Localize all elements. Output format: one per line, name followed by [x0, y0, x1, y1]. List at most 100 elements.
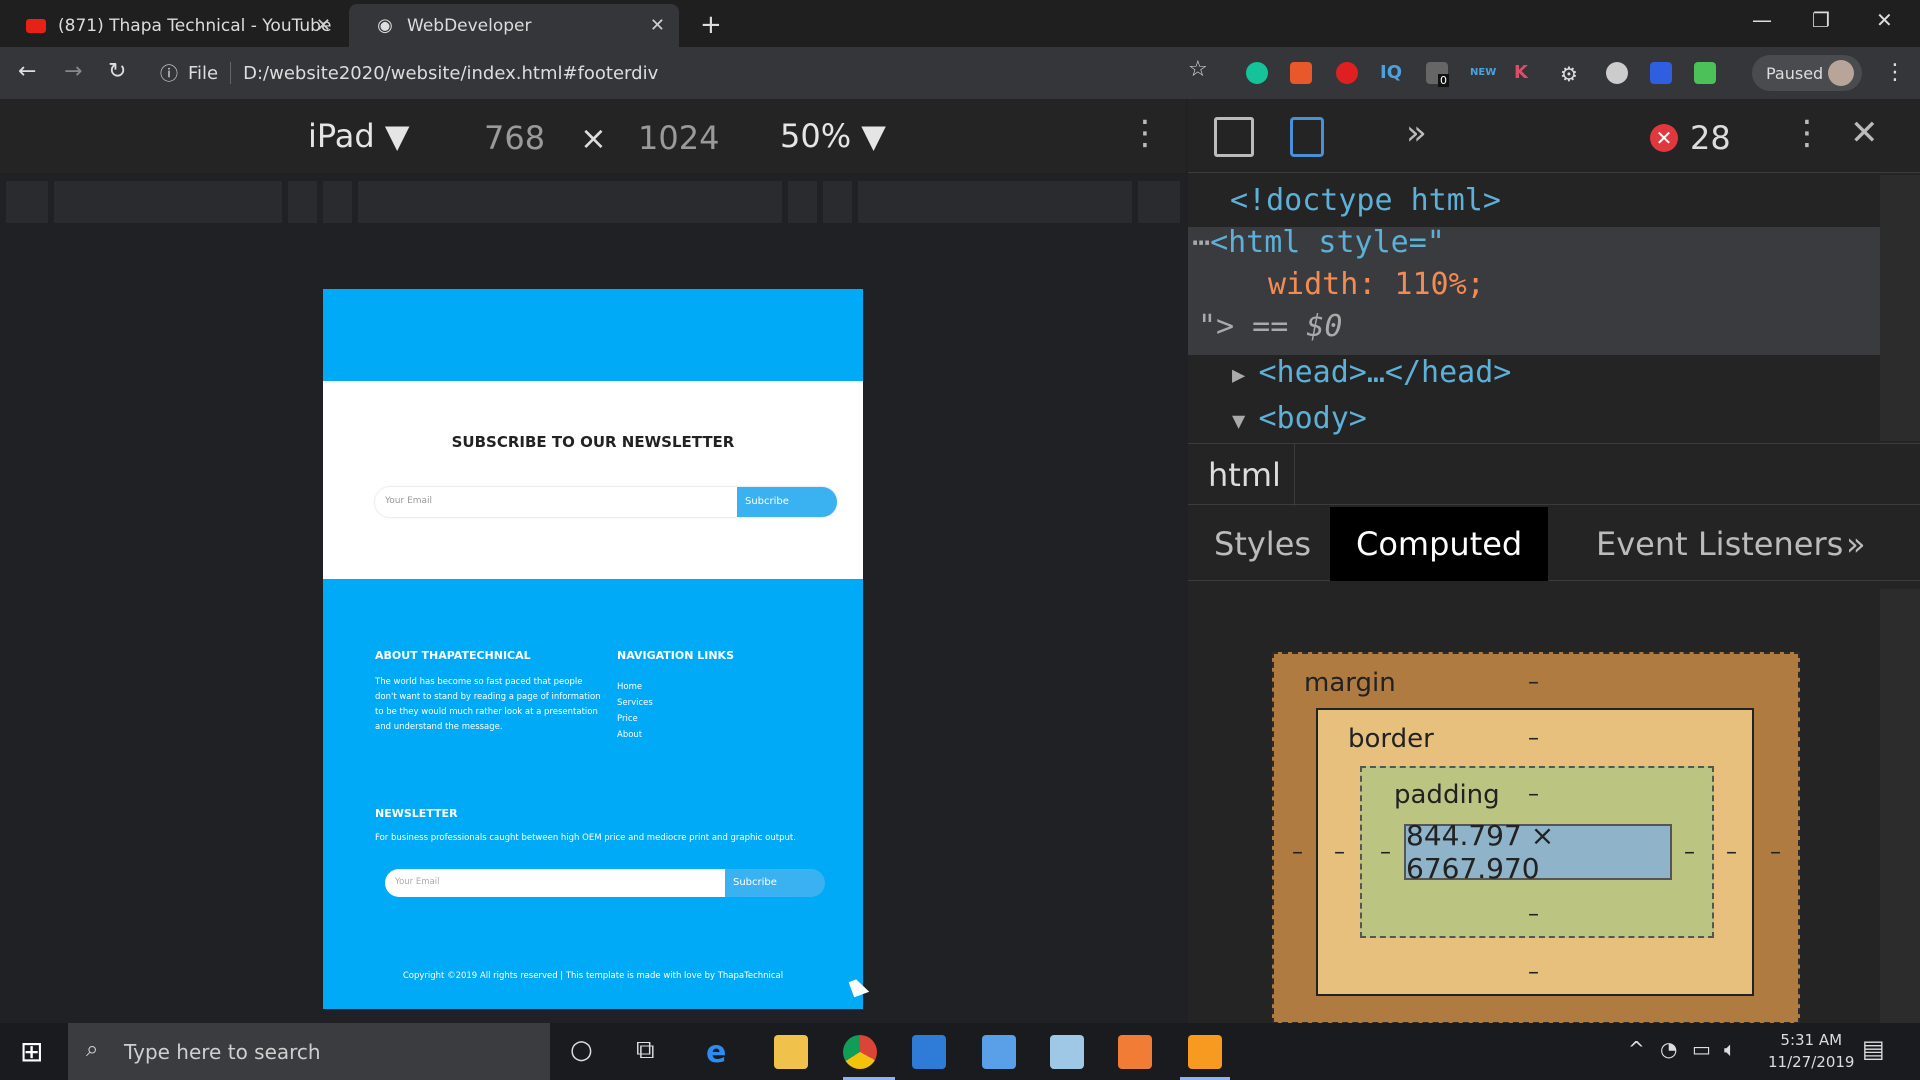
subscribe-button[interactable]: Subcribe: [737, 487, 837, 517]
new-tab-button[interactable]: +: [700, 10, 722, 40]
elements-scrollbar[interactable]: [1880, 175, 1920, 441]
nav-link-price[interactable]: Price: [617, 711, 653, 727]
close-window-icon[interactable]: ✕: [1876, 8, 1893, 32]
border-right-value: –: [1726, 840, 1737, 865]
box-model-border[interactable]: border – – – – padding – – – – 844.797 ×…: [1316, 708, 1754, 996]
copyright-text: Copyright ©2019 All rights reserved | Th…: [402, 971, 784, 981]
volume-icon[interactable]: 🔈︎: [1724, 1037, 1736, 1061]
zoom-select[interactable]: 50% ▼: [780, 117, 886, 155]
devtools-panel: » ✕ 28 ⋮ ✕ <!doctype html> ⋯<html style=…: [1188, 99, 1920, 1024]
head-node[interactable]: ▶ <head>…</head>: [1232, 355, 1511, 390]
device-toggle-icon[interactable]: [1290, 117, 1324, 157]
xampp-icon[interactable]: [1118, 1035, 1152, 1069]
email-field[interactable]: Your Email: [375, 487, 737, 517]
device-select[interactable]: iPad ▼: [308, 117, 409, 155]
divider: [1294, 444, 1295, 506]
padding-bottom-value: –: [1528, 902, 1539, 927]
more-tabs-icon[interactable]: »: [1406, 113, 1427, 153]
restore-icon[interactable]: ❐: [1812, 8, 1830, 32]
tab-title: WebDeveloper: [407, 15, 532, 36]
tab-computed[interactable]: Computed: [1330, 507, 1549, 581]
new-extension-icon[interactable]: NEW: [1470, 62, 1496, 84]
store-icon[interactable]: [912, 1035, 946, 1069]
elements-tree[interactable]: <!doctype html> ⋯<html style=" width: 11…: [1188, 175, 1880, 441]
file-explorer-icon[interactable]: [774, 1035, 808, 1069]
footer-newsletter-heading: NEWSLETTER: [375, 807, 458, 820]
battery-icon[interactable]: ▭: [1692, 1037, 1711, 1061]
iq-icon[interactable]: IQ: [1380, 62, 1402, 84]
more-panels-icon[interactable]: »: [1820, 507, 1892, 581]
tab-webdeveloper[interactable]: ◉ WebDeveloper ✕: [349, 4, 679, 47]
network-icon[interactable]: ◔: [1660, 1037, 1677, 1061]
nav-link-about[interactable]: About: [617, 727, 653, 743]
box-model-content[interactable]: 844.797 × 6767.970: [1404, 819, 1672, 885]
media-query-bar[interactable]: [6, 181, 1180, 223]
extension-icon[interactable]: [1606, 62, 1628, 84]
chrome-icon[interactable]: [843, 1035, 877, 1069]
bookmark-star-icon[interactable]: ☆: [1188, 57, 1208, 82]
close-tab-icon[interactable]: ✕: [316, 15, 331, 36]
tab-youtube[interactable]: (871) Thapa Technical - YouTube ✕: [0, 4, 345, 47]
tab-strip: (871) Thapa Technical - YouTube ✕ ◉ WebD…: [0, 0, 1920, 47]
taskbar-search[interactable]: ⌕ Type here to search: [68, 1023, 550, 1080]
profile-button[interactable]: Paused: [1752, 55, 1862, 91]
padding-right-value: –: [1684, 840, 1695, 865]
footer-subscribe-button[interactable]: Subcribe: [725, 869, 825, 897]
html-node[interactable]: ⋯<html style=": [1192, 225, 1445, 260]
extension-icon[interactable]: 0: [1426, 62, 1449, 87]
device-toolbar: iPad ▼ 768 × 1024 50% ▼ ⋮: [0, 99, 1186, 173]
doctype-node[interactable]: <!doctype html>: [1230, 183, 1501, 218]
forward-icon[interactable]: →: [64, 59, 82, 84]
computed-scrollbar[interactable]: [1880, 589, 1920, 1023]
extension-icon[interactable]: [1336, 62, 1358, 84]
style-value: width: 110%;: [1268, 267, 1485, 302]
nav-link-services[interactable]: Services: [617, 695, 653, 711]
extension-icon[interactable]: [1290, 62, 1312, 84]
breadcrumb: html: [1188, 443, 1920, 506]
reload-icon[interactable]: ↻: [108, 59, 126, 84]
nav-link-home[interactable]: Home: [617, 679, 653, 695]
cortana-icon[interactable]: ○: [570, 1035, 593, 1065]
box-model-padding[interactable]: padding – – – – 844.797 × 6767.970: [1360, 766, 1714, 938]
sublime-text-icon[interactable]: [1188, 1035, 1222, 1069]
search-placeholder: Type here to search: [124, 1039, 321, 1064]
address-bar[interactable]: ⓘ File D:/website2020/website/index.html…: [160, 55, 1200, 91]
devtools-menu-icon[interactable]: ⋮: [1790, 113, 1824, 153]
close-tab-icon[interactable]: ✕: [650, 15, 665, 36]
extension-icon[interactable]: [1694, 62, 1716, 84]
app-icon[interactable]: [982, 1035, 1016, 1069]
body-node[interactable]: ▼ <body>: [1232, 401, 1367, 436]
windows-start-icon[interactable]: ⊞: [20, 1035, 43, 1068]
menu-kebab-icon[interactable]: ⋮: [1884, 60, 1906, 85]
task-view-icon[interactable]: ⧉: [636, 1035, 655, 1066]
url-text[interactable]: D:/website2020/website/index.html#footer…: [243, 63, 658, 84]
info-icon[interactable]: ⓘ: [160, 60, 178, 86]
height-input[interactable]: 1024: [638, 119, 719, 157]
close-devtools-icon[interactable]: ✕: [1850, 113, 1879, 153]
settings-icon[interactable]: ⚙: [1560, 62, 1582, 86]
youtube-icon: [26, 18, 46, 33]
box-model-margin[interactable]: margin – – – border – – – – padding – – …: [1272, 652, 1800, 1024]
border-left-value: –: [1334, 840, 1345, 865]
footer-email-field[interactable]: Your Email: [385, 869, 725, 897]
globe-icon: ◉: [377, 15, 393, 36]
inspect-element-icon[interactable]: [1214, 117, 1254, 157]
clock[interactable]: 5:31 AM 11/27/2019: [1768, 1029, 1854, 1073]
grammarly-icon[interactable]: [1246, 62, 1268, 84]
app-icon[interactable]: [1050, 1035, 1084, 1069]
device-options-icon[interactable]: ⋮: [1128, 113, 1162, 153]
notifications-icon[interactable]: ▤: [1862, 1035, 1885, 1063]
breadcrumb-html[interactable]: html: [1208, 456, 1281, 494]
back-icon[interactable]: ←: [18, 59, 36, 84]
scheme-label: File: [188, 62, 219, 84]
tab-styles[interactable]: Styles: [1188, 507, 1337, 581]
edge-icon[interactable]: e: [706, 1035, 740, 1070]
tray-chevron-icon[interactable]: ^: [1628, 1037, 1645, 1061]
footer: ABOUT THAPATECHNICAL The world has becom…: [323, 579, 863, 1009]
width-input[interactable]: 768: [484, 119, 545, 157]
error-counter[interactable]: ✕ 28: [1650, 119, 1731, 157]
minimize-icon[interactable]: —: [1752, 8, 1772, 32]
clock-time: 5:31 AM: [1780, 1031, 1843, 1049]
extension-icon[interactable]: [1650, 62, 1672, 84]
k-icon[interactable]: K: [1514, 62, 1536, 84]
